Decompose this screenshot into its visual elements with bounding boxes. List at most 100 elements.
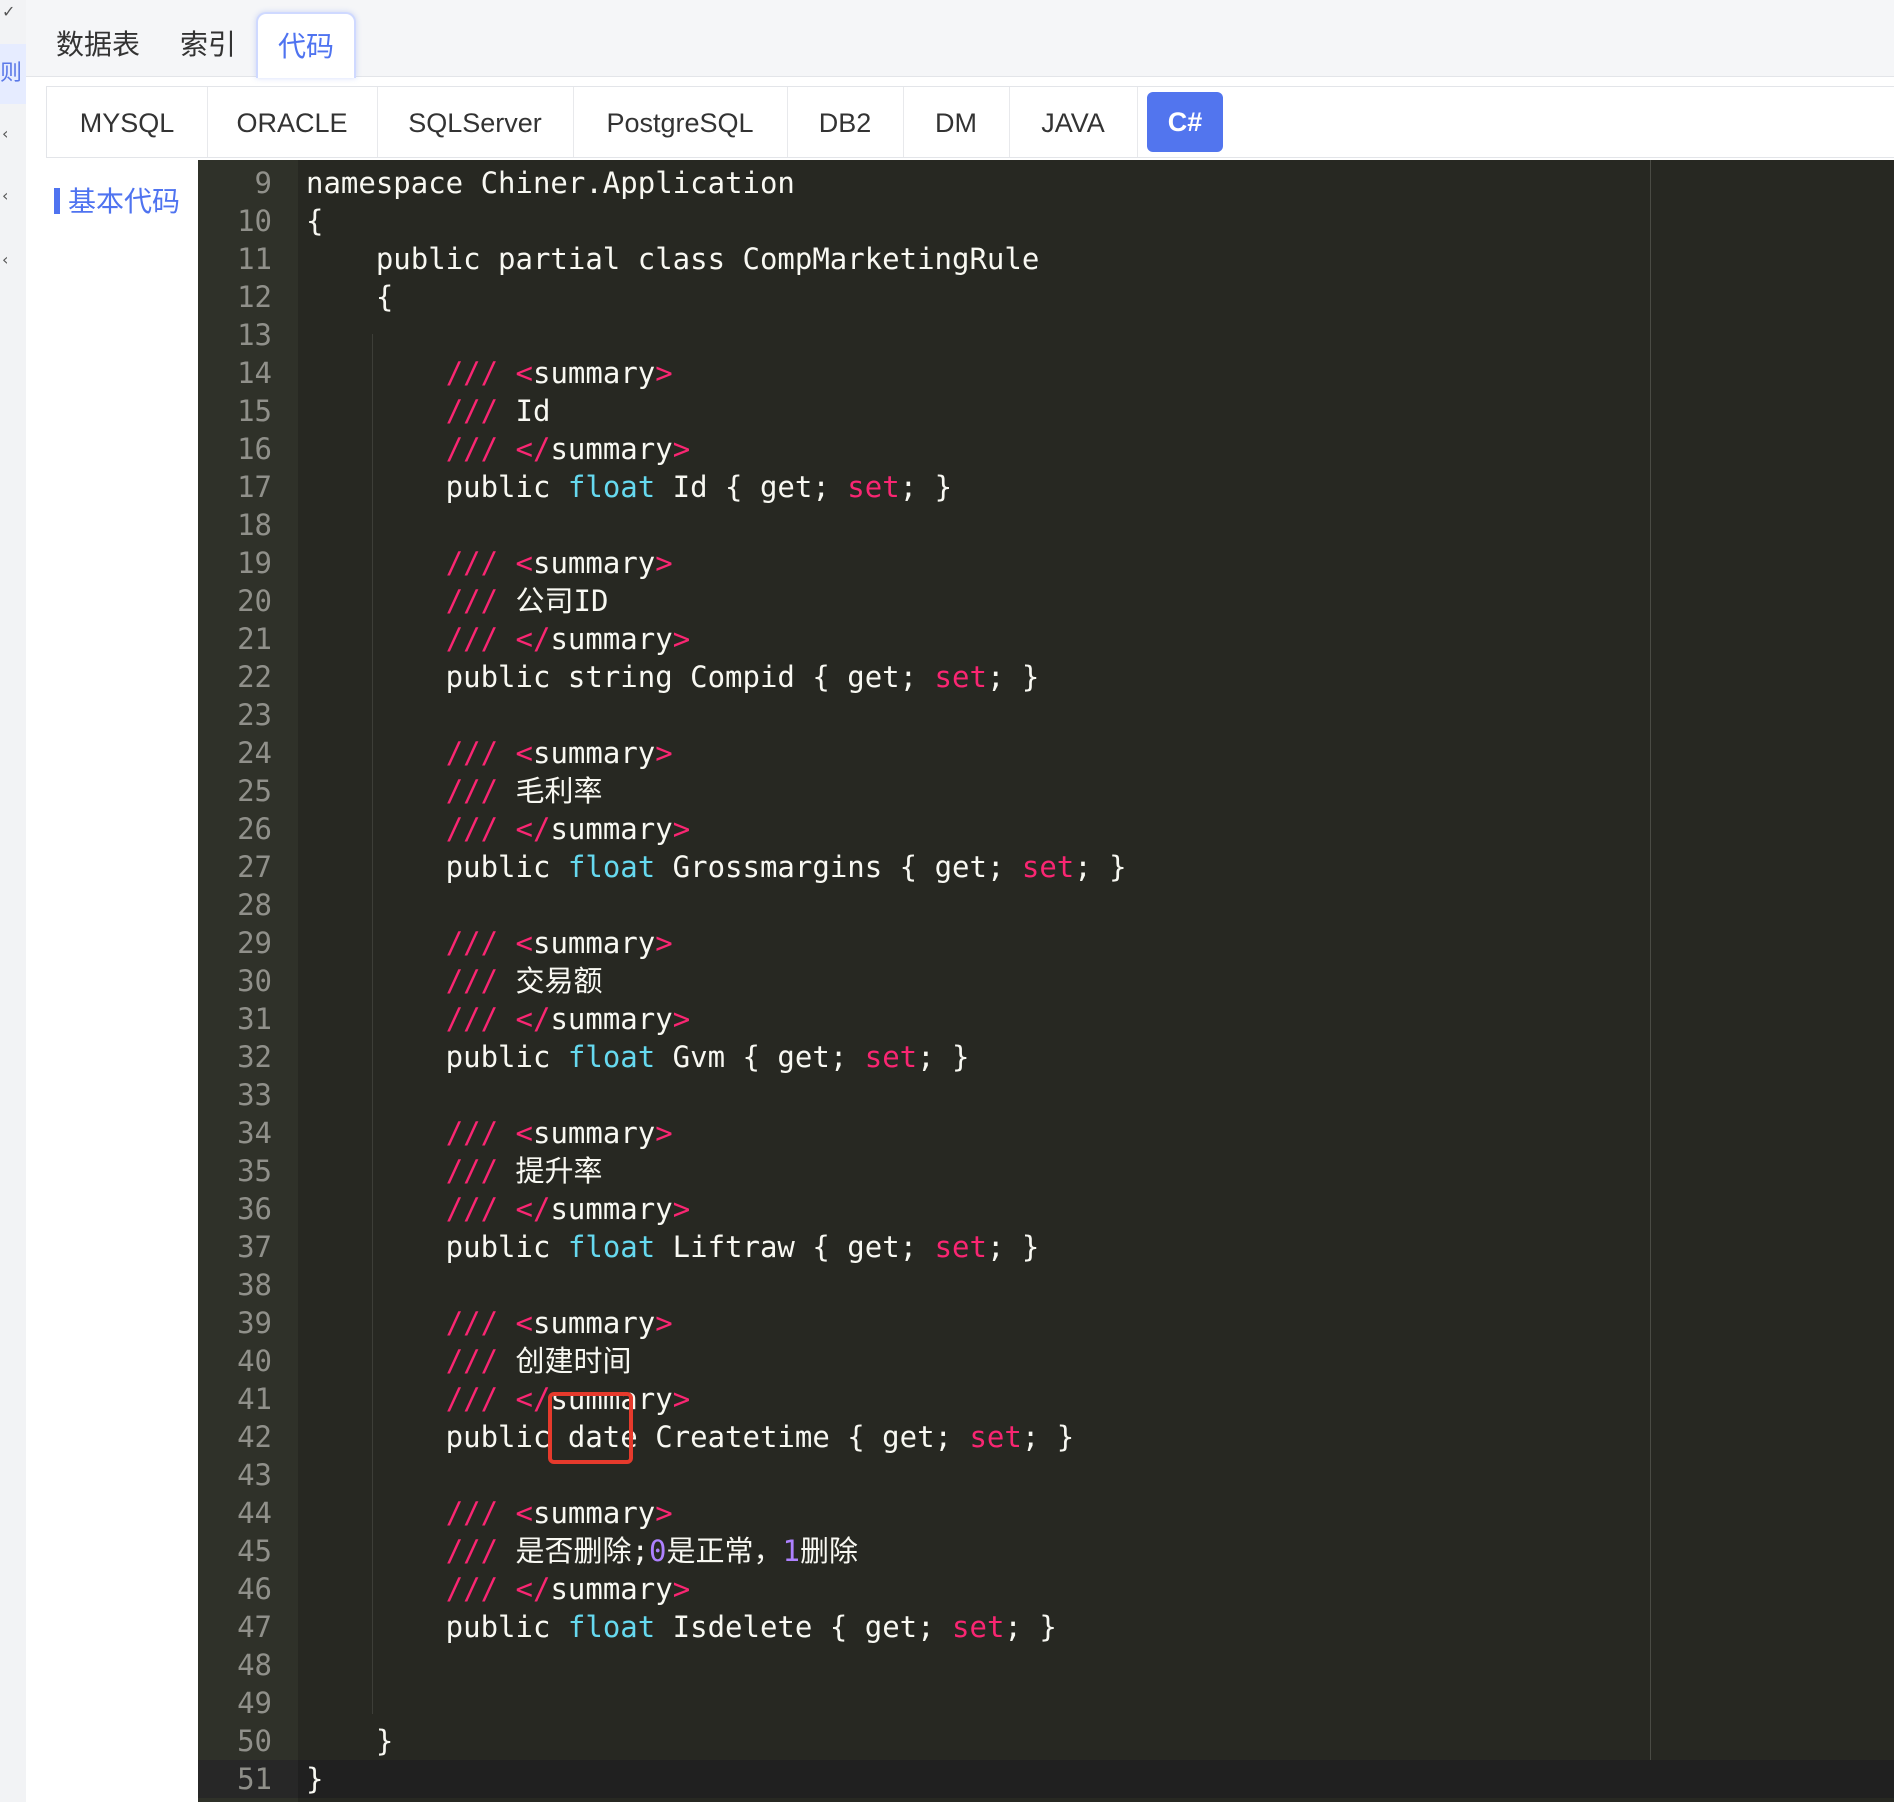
code-text: /// Id xyxy=(445,394,551,428)
code-text: /// <summary> xyxy=(445,356,673,390)
code-text: /// </summary> xyxy=(445,622,691,656)
tab-oracle[interactable]: ORACLE xyxy=(207,87,378,157)
code-text: /// </summary> xyxy=(445,1192,691,1226)
code-text: public float Liftraw { get; set; } xyxy=(306,1230,1040,1264)
tab-mysql[interactable]: MYSQL xyxy=(47,87,208,157)
line-number: 48 xyxy=(237,1648,272,1682)
code-text: /// 是否删除;0是正常，1删除 xyxy=(445,1534,858,1568)
line-number: 11 xyxy=(237,242,272,276)
tab-dm[interactable]: DM xyxy=(903,87,1010,157)
tab-data-table[interactable]: 数据表 xyxy=(56,12,140,76)
code-text: namespace Chiner.Application xyxy=(306,166,795,200)
code-text: /// </summary> xyxy=(445,1002,691,1036)
code-text: } xyxy=(306,1762,324,1796)
line-number: 40 xyxy=(237,1344,272,1378)
code-editor[interactable]: 9 namespace Chiner.Application 10 {11 publi… xyxy=(198,160,1894,1802)
line-number: 44 xyxy=(237,1496,272,1530)
line-number: 16 xyxy=(237,432,272,466)
code-text: /// 创建时间 xyxy=(445,1344,632,1378)
code-text: public partial class CompMarketingRule xyxy=(306,242,1040,276)
line-number: 32 xyxy=(237,1040,272,1074)
line-number: 50 xyxy=(237,1724,272,1758)
tab-sqlserver[interactable]: SQLServer xyxy=(377,87,574,157)
line-number: 21 xyxy=(237,622,272,656)
language-tab-bar: MYSQL ORACLE SQLServer PostgreSQL DB2 DM… xyxy=(46,86,1894,158)
code-text: /// <summary> xyxy=(445,546,673,580)
line-number: 29 xyxy=(237,926,272,960)
line-number: 37 xyxy=(237,1230,272,1264)
line-number: 20 xyxy=(237,584,272,618)
code-text: public string Compid { get; set; } xyxy=(306,660,1040,694)
code-text: public date Createtime { get; set; } xyxy=(306,1420,1075,1454)
line-number: 13 xyxy=(237,318,272,352)
tab-csharp[interactable]: C# xyxy=(1147,92,1223,152)
line-number: 38 xyxy=(237,1268,272,1302)
line-number: 35 xyxy=(237,1154,272,1188)
code-text: /// <summary> xyxy=(445,736,673,770)
line-number: 41 xyxy=(237,1382,272,1416)
sidebar-active-label: 则 xyxy=(0,61,23,86)
collapse-icon[interactable]: ‹ xyxy=(2,124,8,143)
line-number: 51 xyxy=(237,1762,272,1796)
tab-code[interactable]: 代码 xyxy=(256,12,356,78)
active-line-highlight xyxy=(298,1760,1894,1798)
line-number: 28 xyxy=(237,888,272,922)
line-number: 34 xyxy=(237,1116,272,1150)
code-text: /// <summary> xyxy=(445,1116,673,1150)
code-text: public float Id { get; set; } xyxy=(306,470,953,504)
code-text: /// </summary> xyxy=(445,432,691,466)
code-text: } xyxy=(306,1724,394,1758)
check-icon[interactable]: ✓ xyxy=(2,2,15,21)
tab-java[interactable]: JAVA xyxy=(1009,87,1138,157)
line-number: 31 xyxy=(237,1002,272,1036)
line-number: 26 xyxy=(237,812,272,846)
code-text: /// 公司ID xyxy=(445,584,609,618)
nav-basic-code[interactable]: 基本代码 xyxy=(54,180,180,220)
line-number: 47 xyxy=(237,1610,272,1644)
collapse-icon[interactable]: ‹ xyxy=(2,250,8,269)
line-number: 17 xyxy=(237,470,272,504)
line-number: 25 xyxy=(237,774,272,808)
line-number: 23 xyxy=(237,698,272,732)
collapse-icon[interactable]: ‹ xyxy=(2,186,8,205)
sidebar-active-item[interactable]: 则 xyxy=(0,44,26,104)
line-number: 49 xyxy=(237,1686,272,1720)
line-number: 15 xyxy=(237,394,272,428)
code-text: /// 毛利率 xyxy=(445,774,603,808)
code-text: /// 提升率 xyxy=(445,1154,603,1188)
line-number: 42 xyxy=(237,1420,272,1454)
code-text: { xyxy=(306,280,394,314)
tab-index[interactable]: 索引 xyxy=(180,12,236,76)
code-text: /// <summary> xyxy=(445,926,673,960)
line-number: 14 xyxy=(237,356,272,390)
active-indicator xyxy=(54,188,60,214)
tab-db2[interactable]: DB2 xyxy=(787,87,904,157)
code-text: /// </summary> xyxy=(445,1572,691,1606)
code-text: { xyxy=(306,204,324,238)
line-number: 24 xyxy=(237,736,272,770)
code-text: /// 交易额 xyxy=(445,964,603,998)
line-number: 46 xyxy=(237,1572,272,1606)
line-number: 12 xyxy=(237,280,272,314)
line-number: 33 xyxy=(237,1078,272,1112)
code-text: public float Grossmargins { get; set; } xyxy=(306,850,1127,884)
code-text: /// <summary> xyxy=(445,1496,673,1530)
line-number: 10 xyxy=(237,204,272,238)
line-number: 39 xyxy=(237,1306,272,1340)
line-number: 19 xyxy=(237,546,272,580)
line-number: 22 xyxy=(237,660,272,694)
line-number: 9 xyxy=(254,166,272,200)
code-text: public float Gvm { get; set; } xyxy=(306,1040,970,1074)
code-text: /// </summary> xyxy=(445,1382,691,1416)
line-number: 43 xyxy=(237,1458,272,1492)
print-margin xyxy=(1650,160,1651,1760)
line-number: 45 xyxy=(237,1534,272,1568)
line-number: 27 xyxy=(237,850,272,884)
code-text: public float Isdelete { get; set; } xyxy=(306,1610,1057,1644)
line-number: 36 xyxy=(237,1192,272,1226)
left-sidebar-strip: ✓ 则 ‹ ‹ ‹ xyxy=(0,0,27,1802)
tab-postgresql[interactable]: PostgreSQL xyxy=(573,87,788,157)
nav-basic-code-label: 基本代码 xyxy=(68,185,181,218)
line-number: 18 xyxy=(237,508,272,542)
top-tab-bar: 数据表 索引 代码 xyxy=(26,0,1894,78)
